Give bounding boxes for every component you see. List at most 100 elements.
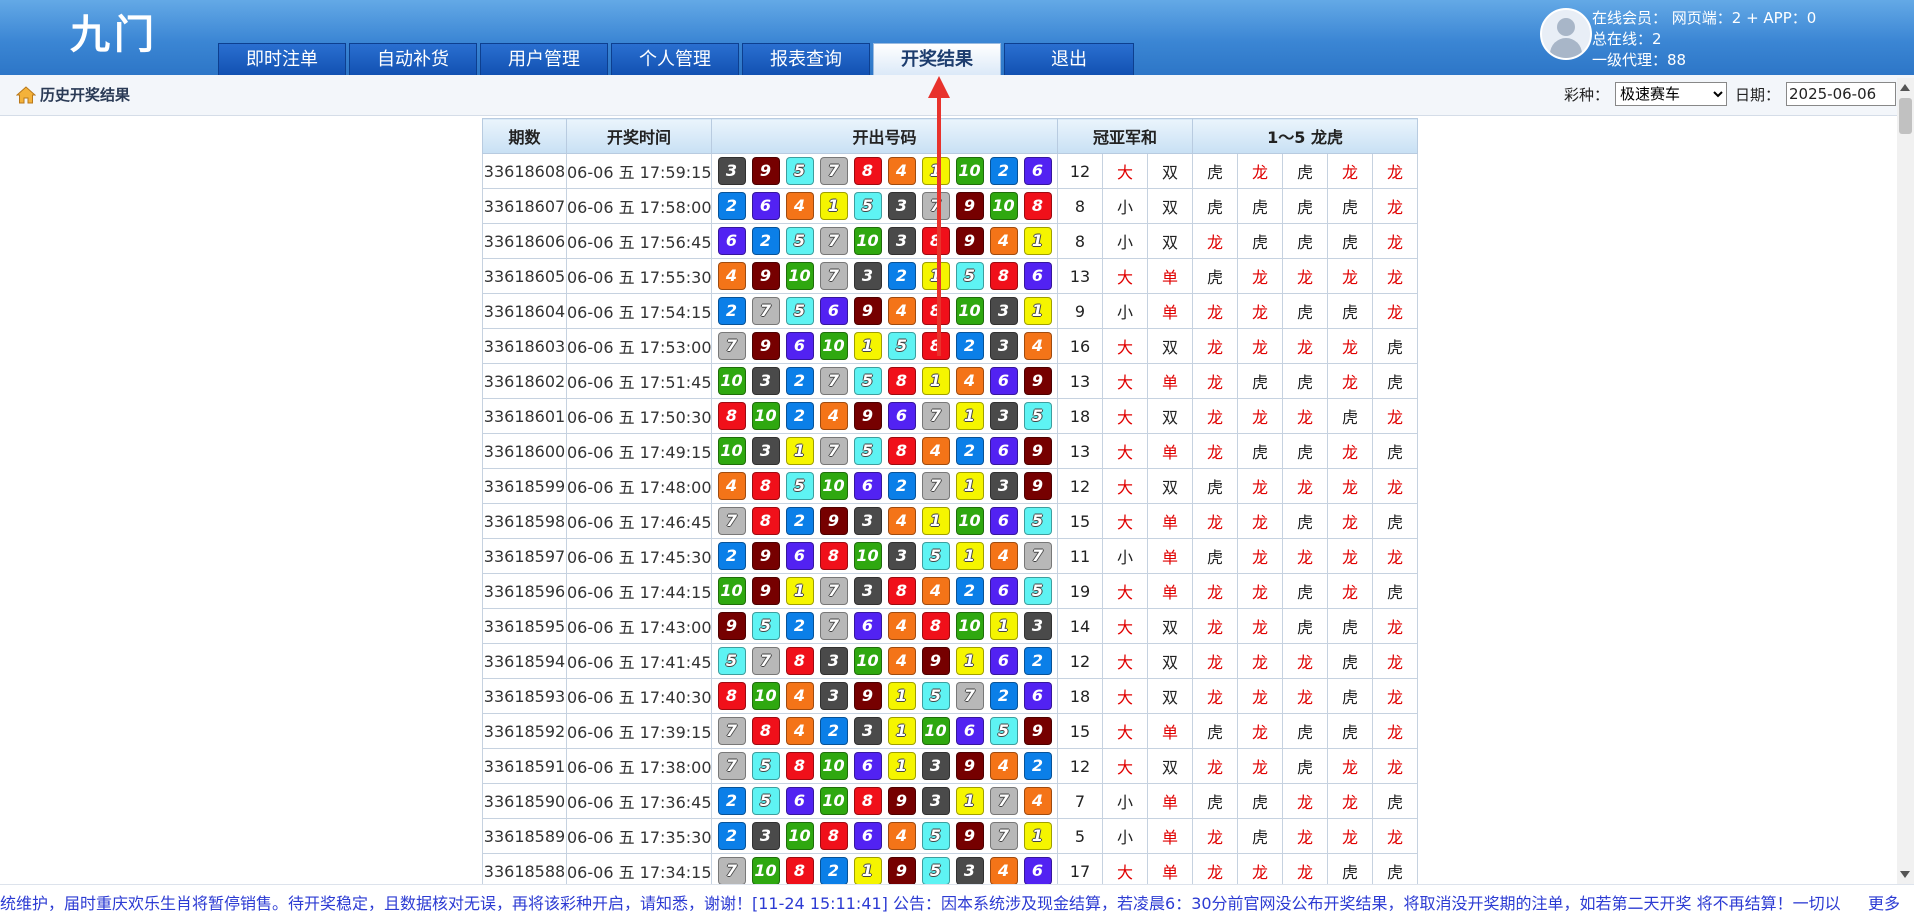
dragon-tiger-cell: 虎 <box>1237 433 1284 469</box>
issue-cell: 33618606 <box>482 223 567 259</box>
vertical-scrollbar[interactable] <box>1897 78 1914 884</box>
number-ball: 10 <box>717 437 746 465</box>
more-link[interactable]: 更多 <box>1868 890 1900 914</box>
dragon-tiger-cell: 龙 <box>1237 608 1284 644</box>
dragon-tiger-cell: 龙 <box>1192 608 1239 644</box>
dragon-tiger-cell: 虎 <box>1282 748 1329 784</box>
number-ball: 8 <box>785 647 814 675</box>
col-issue: 期数 <box>482 118 567 154</box>
dragon-tiger-cell: 龙 <box>1237 398 1284 434</box>
time-cell: 06-06 五 17:41:45 <box>566 643 712 679</box>
parity-cell: 单 <box>1146 433 1194 469</box>
number-ball: 8 <box>717 402 746 430</box>
table-row: 33618596 06-06 五 17:44:15 10 9 1 7 3 8 4 2 6 5 19 大单龙… <box>482 573 1419 609</box>
number-ball: 2 <box>955 577 984 605</box>
number-ball: 3 <box>751 822 780 850</box>
number-ball: 6 <box>1023 857 1052 885</box>
table-row: 33618598 06-06 五 17:46:45 7 8 2 9 3 4 1 10 6 5 15 大单龙… <box>482 503 1419 539</box>
tab-reports[interactable]: 报表查询 <box>742 43 870 75</box>
number-ball: 3 <box>921 752 950 780</box>
issue-cell: 33618601 <box>482 398 567 434</box>
dragon-tiger-cell: 龙 <box>1327 783 1374 819</box>
issue-cell: 33618593 <box>482 678 567 714</box>
date-label: 日期： <box>1734 85 1780 104</box>
sum-cell: 9 <box>1057 293 1103 329</box>
number-ball: 1 <box>955 647 984 675</box>
number-ball: 10 <box>853 542 882 570</box>
sum-cell: 11 <box>1057 538 1103 574</box>
time-cell: 06-06 五 17:54:15 <box>566 293 712 329</box>
date-input[interactable]: 2025-06-06 <box>1786 82 1896 106</box>
number-ball: 7 <box>751 647 780 675</box>
dragon-tiger-cell: 虎 <box>1237 363 1284 399</box>
number-ball: 3 <box>989 402 1018 430</box>
number-ball: 4 <box>887 612 916 640</box>
size-cell: 小 <box>1102 538 1148 574</box>
dragon-tiger-cell: 虎 <box>1192 783 1239 819</box>
tab-personal-management[interactable]: 个人管理 <box>611 43 739 75</box>
numbers-cell: 7 8 4 2 3 1 10 6 5 9 <box>711 713 1058 749</box>
dragon-tiger-cell: 龙 <box>1237 538 1284 574</box>
number-ball: 7 <box>819 227 848 255</box>
dragon-tiger-cell: 龙 <box>1327 573 1374 609</box>
number-ball: 5 <box>921 857 950 885</box>
issue-cell: 33618591 <box>482 748 567 784</box>
number-ball: 9 <box>921 647 950 675</box>
tab-live-bets[interactable]: 即时注单 <box>218 43 346 75</box>
col-dragon-tiger: 1～5 龙虎 <box>1192 118 1419 154</box>
tab-logout[interactable]: 退出 <box>1004 43 1134 75</box>
dragon-tiger-cell: 龙 <box>1282 643 1329 679</box>
scroll-thumb[interactable] <box>1899 98 1912 134</box>
number-ball: 10 <box>717 577 746 605</box>
number-ball: 6 <box>989 507 1018 535</box>
numbers-cell: 2 9 6 8 10 3 5 1 4 7 <box>711 538 1058 574</box>
size-cell: 大 <box>1102 468 1148 504</box>
number-ball: 8 <box>751 507 780 535</box>
table-row: 33618605 06-06 五 17:55:30 4 9 10 7 3 2 1 5 8 6 13 大单虎… <box>482 258 1419 294</box>
number-ball: 9 <box>819 507 848 535</box>
number-ball: 5 <box>989 717 1018 745</box>
ticker-text: 统维护，届时重庆欢乐生肖将暂停销售。待开奖稳定，且数据核对无误，再将该彩种开启，… <box>0 894 1841 913</box>
size-cell: 大 <box>1102 153 1148 189</box>
user-avatar-icon[interactable] <box>1540 8 1592 60</box>
number-ball: 6 <box>717 227 746 255</box>
number-ball: 6 <box>785 787 814 815</box>
scroll-down-icon[interactable] <box>1900 871 1910 878</box>
dragon-tiger-cell: 虎 <box>1327 678 1374 714</box>
issue-cell: 33618600 <box>482 433 567 469</box>
number-ball: 1 <box>1023 227 1052 255</box>
table-row: 33618597 06-06 五 17:45:30 2 9 6 8 10 3 5 1 4 7 11 小单虎… <box>482 538 1419 574</box>
dragon-tiger-cell: 龙 <box>1237 328 1284 364</box>
number-ball: 3 <box>887 542 916 570</box>
agent-count-text: 一级代理：88 <box>1592 51 1687 69</box>
dragon-tiger-cell: 龙 <box>1372 398 1419 434</box>
number-ball: 1 <box>785 577 814 605</box>
tab-draw-results[interactable]: 开奖结果 <box>873 43 1001 75</box>
numbers-cell: 9 5 2 7 6 4 8 10 1 3 <box>711 608 1058 644</box>
number-ball: 2 <box>785 402 814 430</box>
number-ball: 6 <box>887 402 916 430</box>
dragon-tiger-cell: 虎 <box>1282 608 1329 644</box>
number-ball: 3 <box>853 577 882 605</box>
size-cell: 大 <box>1102 748 1148 784</box>
tab-user-management[interactable]: 用户管理 <box>480 43 608 75</box>
number-ball: 5 <box>921 822 950 850</box>
time-cell: 06-06 五 17:46:45 <box>566 503 712 539</box>
parity-cell: 双 <box>1146 328 1194 364</box>
size-cell: 大 <box>1102 398 1148 434</box>
dragon-tiger-cell: 龙 <box>1237 573 1284 609</box>
sum-cell: 7 <box>1057 783 1103 819</box>
dragon-tiger-cell: 虎 <box>1327 293 1374 329</box>
number-ball: 4 <box>989 542 1018 570</box>
dragon-tiger-cell: 龙 <box>1237 678 1284 714</box>
number-ball: 2 <box>1023 647 1052 675</box>
issue-cell: 33618605 <box>482 258 567 294</box>
dragon-tiger-cell: 虎 <box>1372 328 1419 364</box>
table-header-row: 期数 开奖时间 开出号码 冠亚军和 1～5 龙虎 <box>482 118 1419 154</box>
dragon-tiger-cell: 龙 <box>1327 153 1374 189</box>
number-ball: 3 <box>989 472 1018 500</box>
lottery-select[interactable]: 极速赛车 <box>1614 82 1727 106</box>
tab-auto-replenish[interactable]: 自动补货 <box>349 43 477 75</box>
time-cell: 06-06 五 17:38:00 <box>566 748 712 784</box>
scroll-up-icon[interactable] <box>1900 84 1910 91</box>
